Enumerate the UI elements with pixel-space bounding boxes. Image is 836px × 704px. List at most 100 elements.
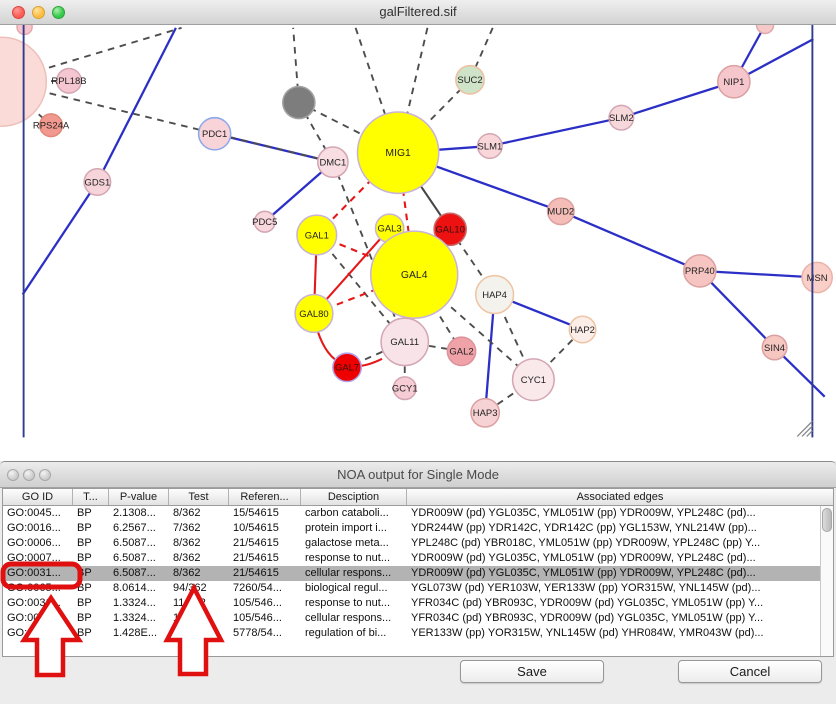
cell: BP — [73, 581, 109, 596]
scrollbar-thumb[interactable] — [822, 508, 832, 532]
cell: protein import i... — [301, 521, 407, 536]
node-dmc1[interactable] — [318, 147, 348, 177]
cell: 21/54615 — [229, 536, 301, 551]
table-row[interactable]: GO:0031...BP1.3324...11/362105/546...res… — [3, 596, 820, 611]
cell: YFR034C (pd) YBR093C, YDR009W (pd) YGL03… — [407, 596, 820, 611]
node-pdc1[interactable] — [199, 118, 231, 150]
cell: biological regul... — [301, 581, 407, 596]
cell: YFR034C (pd) YBR093C, YDR009W (pd) YGL03… — [407, 611, 820, 626]
column-header-test[interactable]: Test — [169, 489, 229, 505]
node-prp40[interactable] — [684, 255, 716, 287]
edge-blue — [23, 182, 98, 295]
table-row[interactable]: GO:0031...BP6.5087...8/36221/54615cellul… — [3, 566, 820, 581]
node-gcy1[interactable] — [393, 377, 416, 400]
cell: YPL248C (pd) YBR018C, YML051W (pp) YDR00… — [407, 536, 820, 551]
window-noa-output: NOA output for Single Mode GO IDT...P-va… — [0, 461, 836, 704]
cell: GO:0031... — [3, 596, 73, 611]
column-header-associated-edges[interactable]: Associated edges — [407, 489, 833, 505]
cell: YER133W (pp) YOR315W, YNL145W (pd) YHR08… — [407, 626, 820, 641]
table-row[interactable]: GO:0031...BP1.3324...11/362105/546...cel… — [3, 611, 820, 626]
node-msn[interactable] — [802, 262, 832, 292]
cell: GO:0016... — [3, 521, 73, 536]
cell: BP — [73, 566, 109, 581]
node-rps24a[interactable] — [40, 114, 63, 137]
node-slm2[interactable] — [609, 105, 634, 130]
node-hap2[interactable] — [569, 316, 595, 342]
table-row[interactable]: GO:0045...BP2.1308...8/36215/54615carbon… — [3, 506, 820, 521]
table-row[interactable]: GO:0016...BP6.2567...7/36210/54615protei… — [3, 521, 820, 536]
cell: 8/362 — [169, 536, 229, 551]
cell: cellular respons... — [301, 566, 407, 581]
network-canvas[interactable]: RPL18BRPS24AGDS1PDC1PDC5DMC1MIG1SUC2SLM1… — [0, 25, 836, 461]
column-header-go-id[interactable]: GO ID — [3, 489, 73, 505]
cell: 1.3324... — [109, 596, 169, 611]
node-tr[interactable] — [757, 25, 774, 34]
node-slm1[interactable] — [478, 134, 503, 159]
results-table: GO IDT...P-valueTestReferen...Desciption… — [2, 488, 834, 657]
node-gal1[interactable] — [297, 215, 337, 255]
table-row[interactable]: GO:0065...BP8.0614...94/3627260/54...bio… — [3, 581, 820, 596]
top-window-titlebar[interactable]: galFiltered.sif — [0, 0, 836, 25]
cell: BP — [73, 596, 109, 611]
node-gal2[interactable] — [447, 337, 475, 365]
cell: response to nut... — [301, 596, 407, 611]
node-mig1[interactable] — [357, 112, 438, 193]
cell: GO:0065... — [3, 581, 73, 596]
node-pdc5[interactable] — [254, 211, 275, 232]
cell: YDR244W (pp) YDR142C, YDR142C (pp) YGL15… — [407, 521, 820, 536]
cell: 8/362 — [169, 506, 229, 521]
edge-blue — [561, 211, 700, 271]
table-body: GO:0045...BP2.1308...8/36215/54615carbon… — [3, 506, 820, 656]
node-gray[interactable] — [283, 86, 315, 118]
column-header-referen-[interactable]: Referen... — [229, 489, 301, 505]
cell: 11/362 — [169, 611, 229, 626]
node-hap4[interactable] — [476, 276, 514, 314]
cell: 10/54615 — [229, 521, 301, 536]
node-sin4[interactable] — [762, 335, 787, 360]
node-rpl18b[interactable] — [57, 69, 82, 94]
cell: GO:0050... — [3, 626, 73, 641]
vertical-scrollbar[interactable] — [820, 506, 833, 656]
cell: 8/362 — [169, 566, 229, 581]
cell: 21/54615 — [229, 551, 301, 566]
edge-blue — [621, 82, 734, 118]
cell: 7/362 — [169, 521, 229, 536]
column-header-t-[interactable]: T... — [73, 489, 109, 505]
cell: BP — [73, 626, 109, 641]
top-window-title: galFiltered.sif — [0, 4, 836, 19]
node-gal7[interactable] — [333, 353, 361, 381]
cell: BP — [73, 521, 109, 536]
table-row[interactable]: GO:0006...BP6.5087...8/36221/54615galact… — [3, 536, 820, 551]
table-row[interactable]: GO:0007...BP6.5087...8/36221/54615respon… — [3, 551, 820, 566]
cell: 105/546... — [229, 596, 301, 611]
column-header-p-value[interactable]: P-value — [109, 489, 169, 505]
screen: galFiltered.sif RPL18BRPS24AGDS1PDC1PDC5… — [0, 0, 836, 704]
save-button[interactable]: Save — [460, 660, 604, 683]
node-suc2[interactable] — [456, 66, 484, 94]
node-mud2[interactable] — [548, 198, 574, 224]
cell: cellular respons... — [301, 611, 407, 626]
node-gal4[interactable] — [371, 231, 458, 318]
node-gds1[interactable] — [84, 169, 110, 195]
cancel-button[interactable]: Cancel — [678, 660, 822, 683]
node-hap3[interactable] — [471, 399, 499, 427]
table-row[interactable]: GO:0050...BP1.428E...80/3625778/54...reg… — [3, 626, 820, 641]
cell: 105/546... — [229, 611, 301, 626]
cell: YDR009W (pd) YGL035C, YML051W (pp) YDR00… — [407, 566, 820, 581]
cell: 1.428E... — [109, 626, 169, 641]
cell: galactose meta... — [301, 536, 407, 551]
node-gal80[interactable] — [295, 295, 333, 333]
node-cyc1[interactable] — [513, 359, 555, 401]
table-header-row: GO IDT...P-valueTestReferen...Desciption… — [3, 489, 833, 506]
cell: BP — [73, 551, 109, 566]
column-header-desciption[interactable]: Desciption — [301, 489, 407, 505]
cell: YGL073W (pd) YER103W, YER133W (pp) YOR31… — [407, 581, 820, 596]
cell: 6.5087... — [109, 551, 169, 566]
node-gal11[interactable] — [381, 318, 428, 365]
resize-grip[interactable] — [802, 426, 812, 436]
edge-blue — [490, 118, 621, 146]
cell: GO:0007... — [3, 551, 73, 566]
bottom-window-titlebar[interactable]: NOA output for Single Mode — [0, 462, 836, 488]
cell: 6.5087... — [109, 566, 169, 581]
node-nip1[interactable] — [718, 66, 750, 98]
